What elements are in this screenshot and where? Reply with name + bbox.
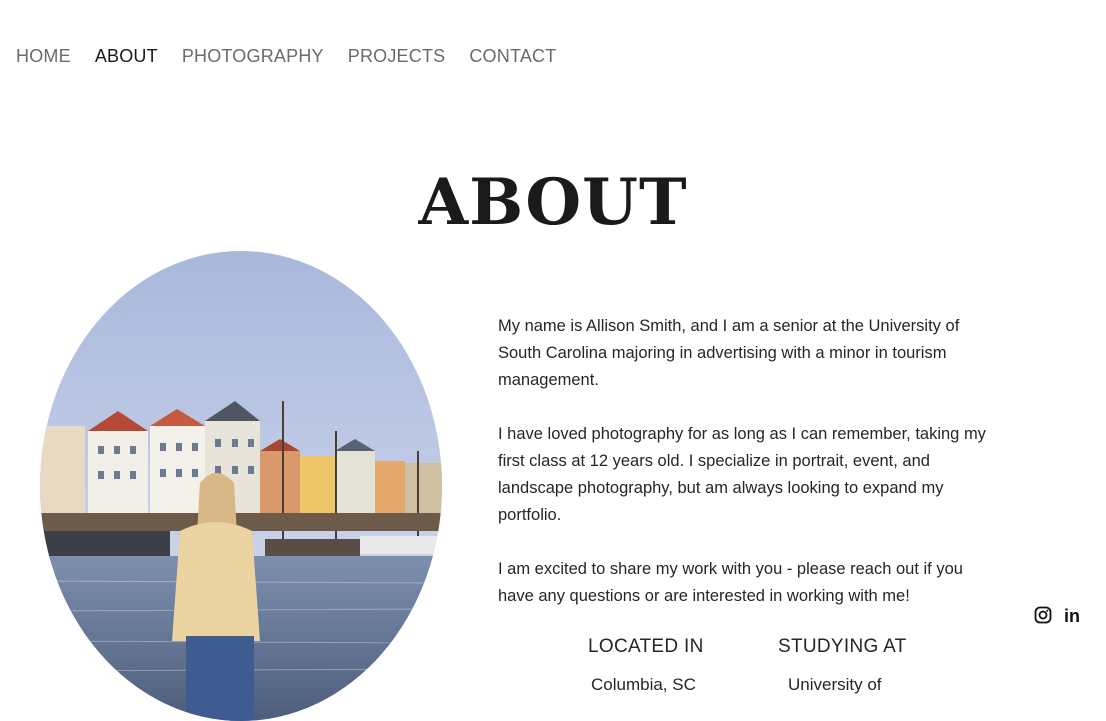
harbor-photo-illustration xyxy=(40,251,442,721)
studying-at-value: University of xyxy=(788,675,882,694)
bio-paragraph-intro: My name is Allison Smith, and I am a sen… xyxy=(498,317,960,389)
studying-at-label: STUDYING AT xyxy=(778,636,907,657)
instagram-icon[interactable] xyxy=(1034,606,1054,626)
located-in-label: LOCATED IN xyxy=(588,636,704,657)
bio-text: My name is Allison Smith, and I am a sen… xyxy=(498,313,988,637)
bio-paragraph-contact: I am excited to share my work with you -… xyxy=(498,560,963,605)
profile-photo xyxy=(40,251,442,721)
nav-item-projects[interactable]: PROJECTS xyxy=(348,44,446,68)
fact-located: LOCATED IN Columbia, SC xyxy=(588,634,704,696)
social-links: in xyxy=(1034,606,1084,626)
nav-item-photography[interactable]: PHOTOGRAPHY xyxy=(182,44,324,68)
linkedin-icon[interactable]: in xyxy=(1064,606,1084,626)
main-nav: HOME ABOUT PHOTOGRAPHY PROJECTS CONTACT xyxy=(16,44,580,68)
nav-item-home[interactable]: HOME xyxy=(16,44,71,68)
bio-paragraph-photography: I have loved photography for as long as … xyxy=(498,425,986,524)
nav-item-about[interactable]: ABOUT xyxy=(95,44,158,68)
page-title: ABOUT xyxy=(418,164,688,240)
located-in-value: Columbia, SC xyxy=(591,675,696,694)
fact-studying: STUDYING AT University of xyxy=(778,634,907,696)
nav-item-contact[interactable]: CONTACT xyxy=(469,44,556,68)
